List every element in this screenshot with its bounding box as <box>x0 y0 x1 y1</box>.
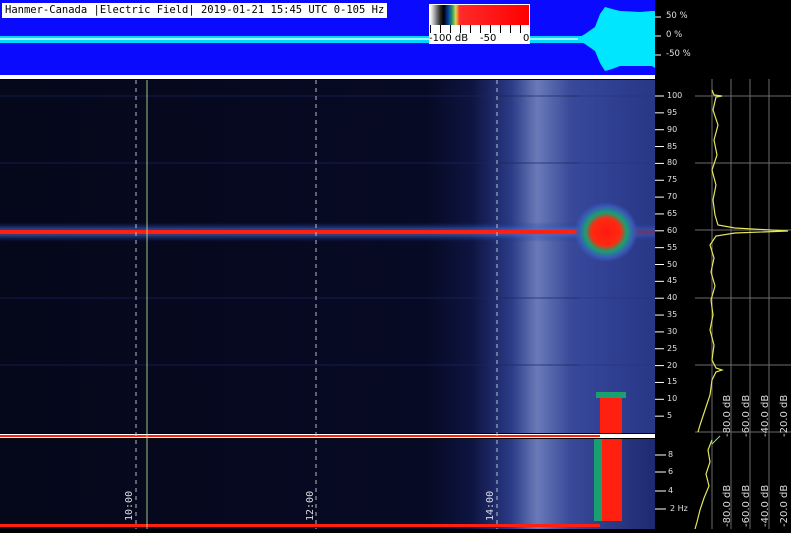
time-label-1400: 14:00 <box>485 490 496 521</box>
spectrum-label-60db: -60.0 dB <box>741 394 752 437</box>
frequency-label: 95 <box>667 107 678 117</box>
spectrogram-zoom-bottom-red <box>0 524 600 527</box>
time-label-1000: 10:00 <box>124 490 135 521</box>
amplitude-label-minus50: -50 % <box>666 49 691 59</box>
spectrum-zoom-label-20db: -20.0 dB <box>779 484 790 527</box>
spectrogram-60hz-burst <box>574 202 638 262</box>
spectrum-panel <box>691 79 791 529</box>
spectrum-label-20db: -20.0 dB <box>779 394 790 437</box>
amplitude-label-50: 50 % <box>666 11 688 21</box>
frequency-label: 45 <box>667 276 678 286</box>
frequency-label: 80 <box>667 158 678 168</box>
spectrum-zoom-label-40db: -40.0 dB <box>760 484 771 527</box>
colorbar-gradient <box>430 5 529 25</box>
zoom-frequency-label: 6 <box>668 467 674 476</box>
time-label-1200: 12:00 <box>305 490 316 521</box>
chart-title: Hanmer-Canada |Electric Field| 2019-01-2… <box>2 3 388 18</box>
colorbar-label-max: 0 <box>523 33 530 44</box>
spectrogram-viewer: Hanmer-Canada |Electric Field| 2019-01-2… <box>0 0 791 530</box>
frequency-label: 20 <box>667 360 678 370</box>
spectrum-label-80db: -80.0 dB <box>722 394 733 437</box>
frequency-label: 75 <box>667 175 678 185</box>
frequency-label: 65 <box>667 208 678 218</box>
frequency-label: 100 <box>667 91 683 100</box>
frequency-label: 40 <box>667 293 678 303</box>
waveform-separator <box>0 75 691 79</box>
frequency-label: 5 <box>667 411 673 421</box>
frequency-label: 70 <box>667 192 678 202</box>
spectrum-zoom-label-60db: -60.0 dB <box>741 484 752 527</box>
spectrogram-low-burst <box>600 398 622 433</box>
colorbar-label-min: -100 dB <box>429 33 469 44</box>
spectrum-zoom-label-80db: -80.0 dB <box>722 484 733 527</box>
spectrogram-zoom <box>0 439 655 529</box>
zoom-frequency-label: 2 Hz <box>670 504 688 513</box>
colorbar-label-mid: -50 <box>480 33 497 44</box>
spectrogram-main <box>0 80 655 433</box>
spectrogram-60hz-line <box>0 230 580 234</box>
frequency-label: 30 <box>667 326 678 336</box>
spectrum-label-40db: -40.0 dB <box>760 394 771 437</box>
frequency-label: 85 <box>667 141 678 151</box>
frequency-label: 15 <box>667 377 678 387</box>
zoom-frequency-label: 4 <box>668 486 674 495</box>
zoom-frequency-label: 8 <box>668 450 674 459</box>
frequency-label: 50 <box>667 259 678 269</box>
spectrogram-zoom-burst-edge <box>594 439 602 521</box>
frequency-label: 60 <box>667 225 678 235</box>
spectrogram-zoom-burst <box>600 439 622 521</box>
spectrogram-low-burst-edge <box>596 392 626 398</box>
frequency-label: 25 <box>667 343 678 353</box>
spectrogram-separator-red <box>0 435 600 437</box>
frequency-label: 90 <box>667 124 678 134</box>
frequency-label: 35 <box>667 310 678 320</box>
amplitude-label-0: 0 % <box>666 30 683 40</box>
frequency-label: 55 <box>667 242 678 252</box>
colorbar: -100 dB -50 0 <box>429 4 530 44</box>
colorbar-ticks <box>430 25 529 33</box>
frequency-label: 10 <box>667 394 678 404</box>
